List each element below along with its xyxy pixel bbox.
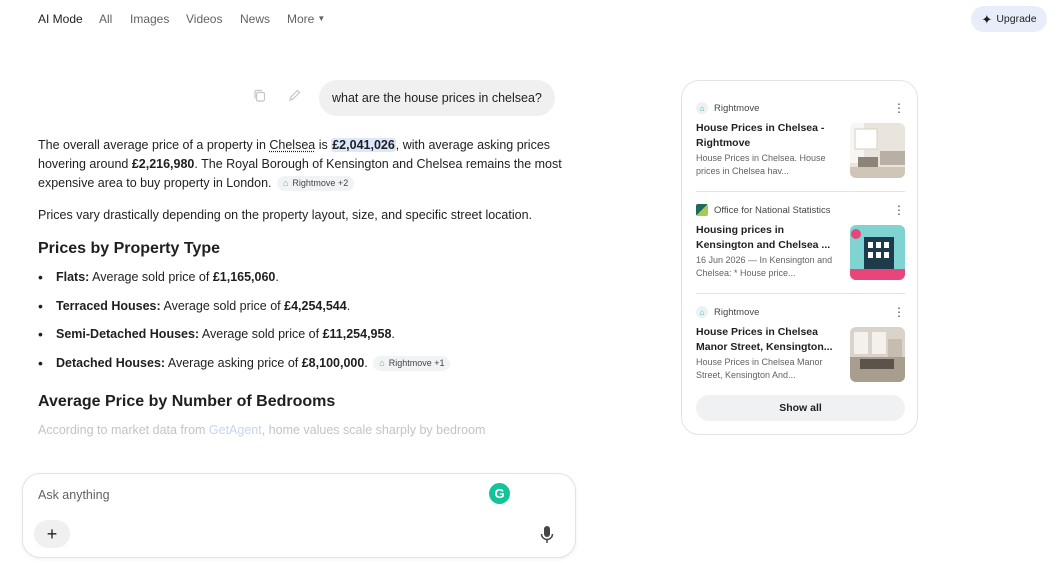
- source-header: Office for National Statistics: [696, 203, 905, 217]
- list-item: Detached Houses: Average asking price of…: [38, 354, 568, 373]
- living-room-thumbnail: [850, 123, 905, 178]
- query-actions: [253, 89, 301, 102]
- item-text: Average sold price of: [89, 270, 213, 284]
- query-bubble: what are the house prices in chelsea?: [319, 80, 555, 116]
- average-price-highlight: £2,041,026: [331, 138, 396, 152]
- item-name: Flats:: [56, 270, 90, 284]
- item-value: £1,165,060: [212, 270, 276, 284]
- home-icon: ⌂: [282, 178, 289, 188]
- source-item[interactable]: Office for National Statistics ⋮ Housing…: [696, 203, 905, 280]
- source-header: ⌂ Rightmove: [696, 101, 905, 115]
- item-end: .: [364, 355, 368, 370]
- asking-price: £2,216,980: [131, 157, 195, 171]
- sparkle-icon: ✦: [981, 11, 993, 27]
- caret-down-icon: ▼: [317, 14, 326, 23]
- ai-answer: The overall average price of a property …: [38, 136, 568, 453]
- answer-text: is: [315, 138, 332, 152]
- edit-icon[interactable]: [288, 89, 301, 102]
- source-chip[interactable]: ⌂ Rightmove +1: [373, 355, 451, 371]
- item-text: Average asking price of: [165, 355, 302, 370]
- answer-text: The overall average price of a property …: [38, 138, 270, 152]
- source-site: Office for National Statistics: [714, 204, 831, 216]
- source-header: ⌂ Rightmove: [696, 305, 905, 319]
- sources-card: ⌂ Rightmove ⋮ House Prices in Chelsea - …: [681, 80, 918, 435]
- item-value: £4,254,544: [284, 298, 347, 313]
- copy-icon[interactable]: [253, 89, 266, 102]
- getagent-link[interactable]: GetAgent: [209, 423, 262, 437]
- item-name: Semi-Detached Houses:: [56, 327, 200, 341]
- upgrade-label: Upgrade: [996, 13, 1037, 25]
- source-item[interactable]: ⌂ Rightmove ⋮ House Prices in Chelsea - …: [696, 101, 905, 178]
- rightmove-logo-icon: ⌂: [696, 306, 708, 318]
- source-snippet: House Prices in Chelsea. House prices in…: [696, 153, 826, 176]
- source-site: Rightmove: [714, 306, 760, 318]
- plus-icon: +: [46, 523, 58, 544]
- item-end: .: [275, 270, 279, 284]
- source-title[interactable]: House Prices in Chelsea Manor Street, Ke…: [696, 325, 836, 355]
- source-chip[interactable]: ⌂ Rightmove +2: [276, 176, 355, 191]
- more-options-icon[interactable]: ⋮: [893, 203, 905, 217]
- item-text: Average sold price of: [160, 298, 285, 313]
- divider: [696, 293, 905, 294]
- item-name: Detached Houses:: [56, 355, 166, 370]
- source-item[interactable]: ⌂ Rightmove ⋮ House Prices in Chelsea Ma…: [696, 305, 905, 382]
- item-text: Average sold price of: [199, 327, 323, 341]
- source-snippet: 16 Jun 2026 — In Kensington and Chelsea:…: [696, 255, 833, 278]
- show-all-button[interactable]: Show all: [696, 395, 905, 421]
- answer-text: According to market data from: [38, 422, 209, 437]
- microphone-icon[interactable]: [539, 525, 555, 545]
- source-chip-label: Rightmove +1: [388, 357, 445, 368]
- answer-text: , home values scale sharply by bedroom: [261, 422, 486, 437]
- more-options-icon[interactable]: ⋮: [893, 305, 905, 319]
- place-link[interactable]: Chelsea: [269, 138, 315, 152]
- section-heading: Prices by Property Type: [38, 240, 220, 257]
- property-type-list: Flats: Average sold price of £1,165,060.…: [38, 268, 568, 373]
- list-item: Terraced Houses: Average sold price of £…: [38, 297, 568, 316]
- source-snippet: House Prices in Chelsea Manor Street, Ke…: [696, 357, 823, 380]
- ask-input[interactable]: [38, 488, 478, 502]
- source-site: Rightmove: [714, 102, 760, 114]
- divider: [696, 191, 905, 192]
- item-value: £8,100,000: [301, 355, 365, 370]
- item-end: .: [391, 327, 395, 341]
- tab-more[interactable]: More ▼: [287, 12, 325, 26]
- tab-more-label: More: [287, 12, 315, 26]
- grammarly-icon[interactable]: G: [489, 483, 510, 504]
- faded-paragraph: According to market data from GetAgent, …: [38, 421, 568, 440]
- upgrade-button[interactable]: ✦ Upgrade: [971, 6, 1047, 32]
- housing-illustration-thumbnail: [850, 225, 905, 280]
- add-button[interactable]: +: [34, 520, 70, 548]
- answer-paragraph: The overall average price of a property …: [38, 136, 568, 193]
- list-item: Flats: Average sold price of £1,165,060.: [38, 268, 568, 287]
- tab-news[interactable]: News: [240, 12, 270, 26]
- top-nav: AI Mode All Images Videos News More ▼ ✦ U…: [0, 0, 1057, 38]
- interior-thumbnail: [850, 327, 905, 382]
- more-options-icon[interactable]: ⋮: [893, 101, 905, 115]
- home-icon: ⌂: [379, 357, 385, 368]
- tab-ai-mode[interactable]: AI Mode: [38, 12, 83, 26]
- item-value: £11,254,958: [322, 327, 392, 341]
- list-item: Semi-Detached Houses: Average sold price…: [38, 325, 568, 344]
- ons-logo-icon: [696, 204, 708, 216]
- rightmove-logo-icon: ⌂: [696, 102, 708, 114]
- source-title[interactable]: Housing prices in Kensington and Chelsea…: [696, 223, 836, 253]
- answer-paragraph: Prices vary drastically depending on the…: [38, 208, 533, 222]
- source-title[interactable]: House Prices in Chelsea - Rightmove: [696, 121, 836, 151]
- ask-box: G +: [22, 473, 576, 558]
- item-name: Terraced Houses:: [56, 298, 161, 313]
- section-heading: Average Price by Number of Bedrooms: [38, 392, 336, 410]
- source-chip-label: Rightmove +2: [292, 178, 349, 188]
- tab-images[interactable]: Images: [130, 12, 169, 26]
- tab-videos[interactable]: Videos: [186, 12, 222, 26]
- item-end: .: [346, 298, 351, 313]
- tab-all[interactable]: All: [99, 12, 112, 26]
